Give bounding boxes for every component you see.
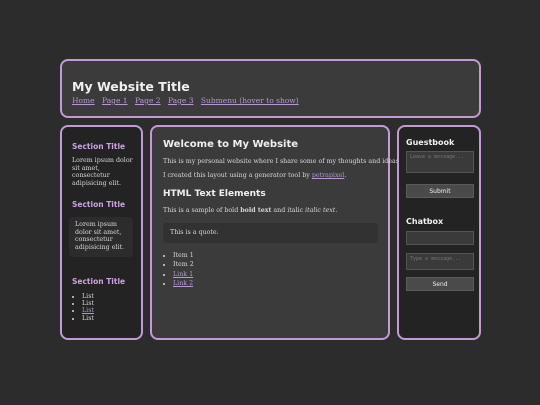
nav-link-submenu[interactable]: Submenu (hover to show) xyxy=(201,96,299,105)
chatbox-name-input[interactable] xyxy=(406,231,474,245)
credit-suffix: . xyxy=(344,172,347,179)
guestbook-title: Guestbook xyxy=(406,138,455,147)
guestbook-message-input[interactable] xyxy=(406,151,474,173)
list-link-1[interactable]: Link 1 xyxy=(173,271,193,278)
sidebar-list: List List List List xyxy=(72,293,94,322)
nav-link-page-3[interactable]: Page 3 xyxy=(168,96,194,105)
list-item: List xyxy=(82,315,94,322)
nav-link-page-2[interactable]: Page 2 xyxy=(135,96,161,105)
list-item: List xyxy=(82,300,94,307)
section-card: Lorem ipsum dolor sit amet, consectetur … xyxy=(69,217,133,257)
italic-text: italic text xyxy=(305,207,336,214)
list-item: List xyxy=(82,293,94,300)
list-item: Link 1 xyxy=(173,270,194,279)
list-link-2[interactable]: Link 2 xyxy=(173,280,193,287)
sample-suffix: . xyxy=(335,207,338,214)
list-item: Item 2 xyxy=(173,260,194,269)
blockquote: This is a quote. xyxy=(163,223,378,243)
intro-text: This is my personal website where I shar… xyxy=(163,158,401,165)
chatbox-title: Chatbox xyxy=(406,217,444,226)
html-elements-heading: HTML Text Elements xyxy=(163,189,266,199)
main-list: Item 1 Item 2 Link 1 Link 2 xyxy=(163,251,194,288)
nav-link-home[interactable]: Home xyxy=(72,96,95,105)
left-sidebar: Section Title Lorem ipsum dolor sit amet… xyxy=(60,125,143,340)
section-text-2: Lorem ipsum dolor sit amet, consectetur … xyxy=(75,221,125,251)
section-title-2: Section Title xyxy=(72,200,126,209)
bold-text: bold text xyxy=(240,207,272,214)
nav-link-page-1[interactable]: Page 1 xyxy=(102,96,128,105)
sample-text: This is a sample of bold bold text and i… xyxy=(163,207,337,214)
chatbox-send-button[interactable]: Send xyxy=(406,277,474,291)
guestbook-submit-button[interactable]: Submit xyxy=(406,184,474,198)
welcome-heading: Welcome to My Website xyxy=(163,139,299,150)
right-sidebar: Guestbook Submit Chatbox Send xyxy=(397,125,481,340)
sample-middle: and italic xyxy=(271,207,306,214)
credit-text: I created this layout using a generator … xyxy=(163,172,346,179)
list-link[interactable]: List xyxy=(82,307,94,314)
petrapixel-link[interactable]: petrapixel xyxy=(312,172,344,179)
site-title: My Website Title xyxy=(72,79,190,94)
list-item: List xyxy=(82,307,94,314)
list-item: Item 1 xyxy=(173,251,194,260)
section-text-1: Lorem ipsum dolor sit amet, consectetur … xyxy=(72,157,133,187)
credit-prefix: I created this layout using a generator … xyxy=(163,172,312,179)
main-nav: Home Page 1 Page 2 Page 3 Submenu (hover… xyxy=(72,96,304,105)
sample-prefix: This is a sample of bold xyxy=(163,207,241,214)
section-title-3: Section Title xyxy=(72,277,126,286)
chatbox-message-input[interactable] xyxy=(406,253,474,270)
section-title-1: Section Title xyxy=(72,142,126,151)
main-content: Welcome to My Website This is my persona… xyxy=(150,125,401,340)
header: My Website Title Home Page 1 Page 2 Page… xyxy=(60,59,481,118)
list-item: Link 2 xyxy=(173,279,194,288)
